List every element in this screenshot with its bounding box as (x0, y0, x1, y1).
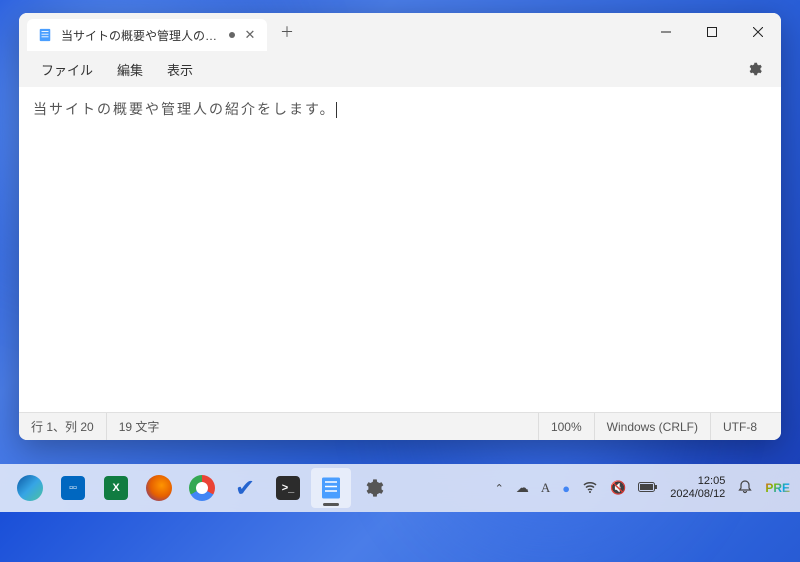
taskbar-excel[interactable]: X (96, 468, 136, 508)
battery-icon[interactable] (638, 481, 658, 496)
firefox-icon (146, 475, 172, 501)
maximize-button[interactable] (689, 13, 735, 51)
taskbar-store[interactable]: ▫▫ (53, 468, 93, 508)
close-button[interactable] (735, 13, 781, 51)
menubar: ファイル 編集 表示 (19, 51, 781, 87)
clock-date: 2024/08/12 (670, 488, 725, 501)
minimize-button[interactable] (643, 13, 689, 51)
taskbar-notepad[interactable] (311, 468, 351, 508)
check-icon: ✔ (235, 474, 255, 503)
copilot-icon[interactable]: PRE (765, 481, 790, 495)
text-cursor (336, 102, 337, 118)
taskbar-chrome[interactable] (182, 468, 222, 508)
notepad-window: 当サイトの概要や管理人の紹介をします。 ✕ ＋ ファイル 編集 表示 当サイトの… (19, 13, 781, 440)
window-controls (643, 13, 781, 51)
taskbar-terminal[interactable]: >_ (268, 468, 308, 508)
edge-icon (17, 475, 43, 501)
assistant-icon[interactable]: ● (562, 481, 570, 496)
clock-time: 12:05 (670, 475, 725, 488)
taskbar-firefox[interactable] (139, 468, 179, 508)
menu-file[interactable]: ファイル (31, 56, 103, 83)
ime-icon[interactable]: A (541, 480, 550, 496)
status-zoom[interactable]: 100% (538, 413, 594, 440)
document-tab[interactable]: 当サイトの概要や管理人の紹介をします。 ✕ (27, 19, 267, 51)
new-tab-button[interactable]: ＋ (273, 18, 301, 46)
terminal-icon: >_ (276, 476, 300, 500)
excel-icon: X (104, 476, 128, 500)
volume-icon[interactable]: 🔇 (610, 480, 626, 496)
settings-button[interactable] (741, 55, 769, 83)
notifications-icon[interactable] (737, 479, 753, 498)
tab-close-icon[interactable]: ✕ (243, 28, 257, 42)
notepad-icon (37, 27, 53, 43)
statusbar: 行 1、列 20 19 文字 100% Windows (CRLF) UTF-8 (19, 412, 781, 440)
menu-view[interactable]: 表示 (157, 56, 203, 83)
unsaved-indicator (229, 32, 235, 38)
chrome-icon (189, 475, 215, 501)
system-tray: ⌃ ☁ A ● 🔇 12:05 2024/08/12 PRE (495, 475, 790, 501)
status-charcount[interactable]: 19 文字 (106, 413, 172, 440)
taskbar-todo[interactable]: ✔ (225, 468, 265, 508)
onedrive-icon[interactable]: ☁ (516, 480, 529, 496)
gear-icon (363, 477, 385, 499)
editor-content: 当サイトの概要や管理人の紹介をします。 (33, 101, 336, 117)
taskbar-settings[interactable] (354, 468, 394, 508)
gear-icon (747, 61, 763, 77)
taskbar: ▫▫ X ✔ >_ ⌃ ☁ A ● 🔇 12:05 2024/08/12 PRE (0, 464, 800, 512)
taskbar-edge[interactable] (10, 468, 50, 508)
status-position[interactable]: 行 1、列 20 (31, 413, 106, 440)
tab-title: 当サイトの概要や管理人の紹介をします。 (61, 27, 221, 44)
text-editor[interactable]: 当サイトの概要や管理人の紹介をします。 (19, 87, 781, 412)
wifi-icon[interactable] (582, 479, 598, 498)
menu-edit[interactable]: 編集 (107, 56, 153, 83)
status-eol[interactable]: Windows (CRLF) (594, 413, 710, 440)
taskbar-clock[interactable]: 12:05 2024/08/12 (670, 475, 725, 501)
store-icon: ▫▫ (61, 476, 85, 500)
notepad-icon (319, 476, 343, 500)
status-encoding[interactable]: UTF-8 (710, 413, 769, 440)
tray-expand-icon[interactable]: ⌃ (495, 482, 504, 495)
titlebar: 当サイトの概要や管理人の紹介をします。 ✕ ＋ (19, 13, 781, 51)
